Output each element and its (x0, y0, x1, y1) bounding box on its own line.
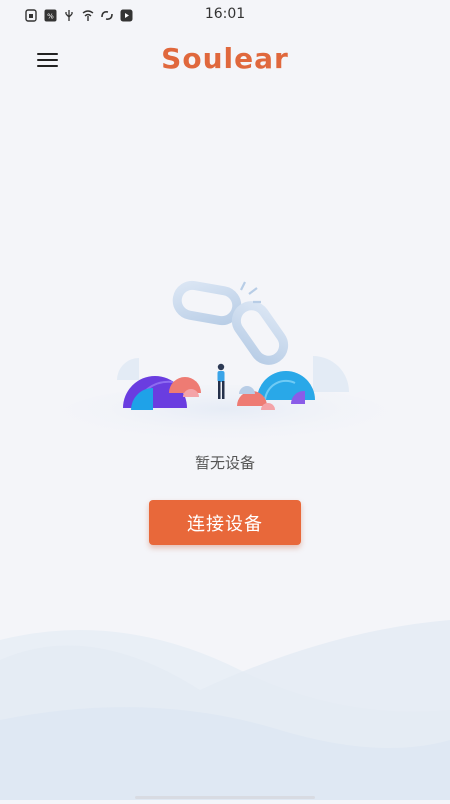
home-indicator[interactable] (135, 796, 315, 799)
empty-state-illustration (55, 280, 395, 450)
app-title: Soulear (161, 42, 289, 75)
empty-state-message: 暂无设备 (194, 454, 255, 472)
status-time: 16:01 (204, 6, 246, 22)
status-bar: % 16:01 (0, 0, 450, 30)
background-waves (0, 600, 450, 800)
broken-link-icon (172, 280, 289, 365)
connect-device-button[interactable]: 连接设备 (149, 500, 301, 545)
app-header: Soulear (0, 40, 450, 80)
